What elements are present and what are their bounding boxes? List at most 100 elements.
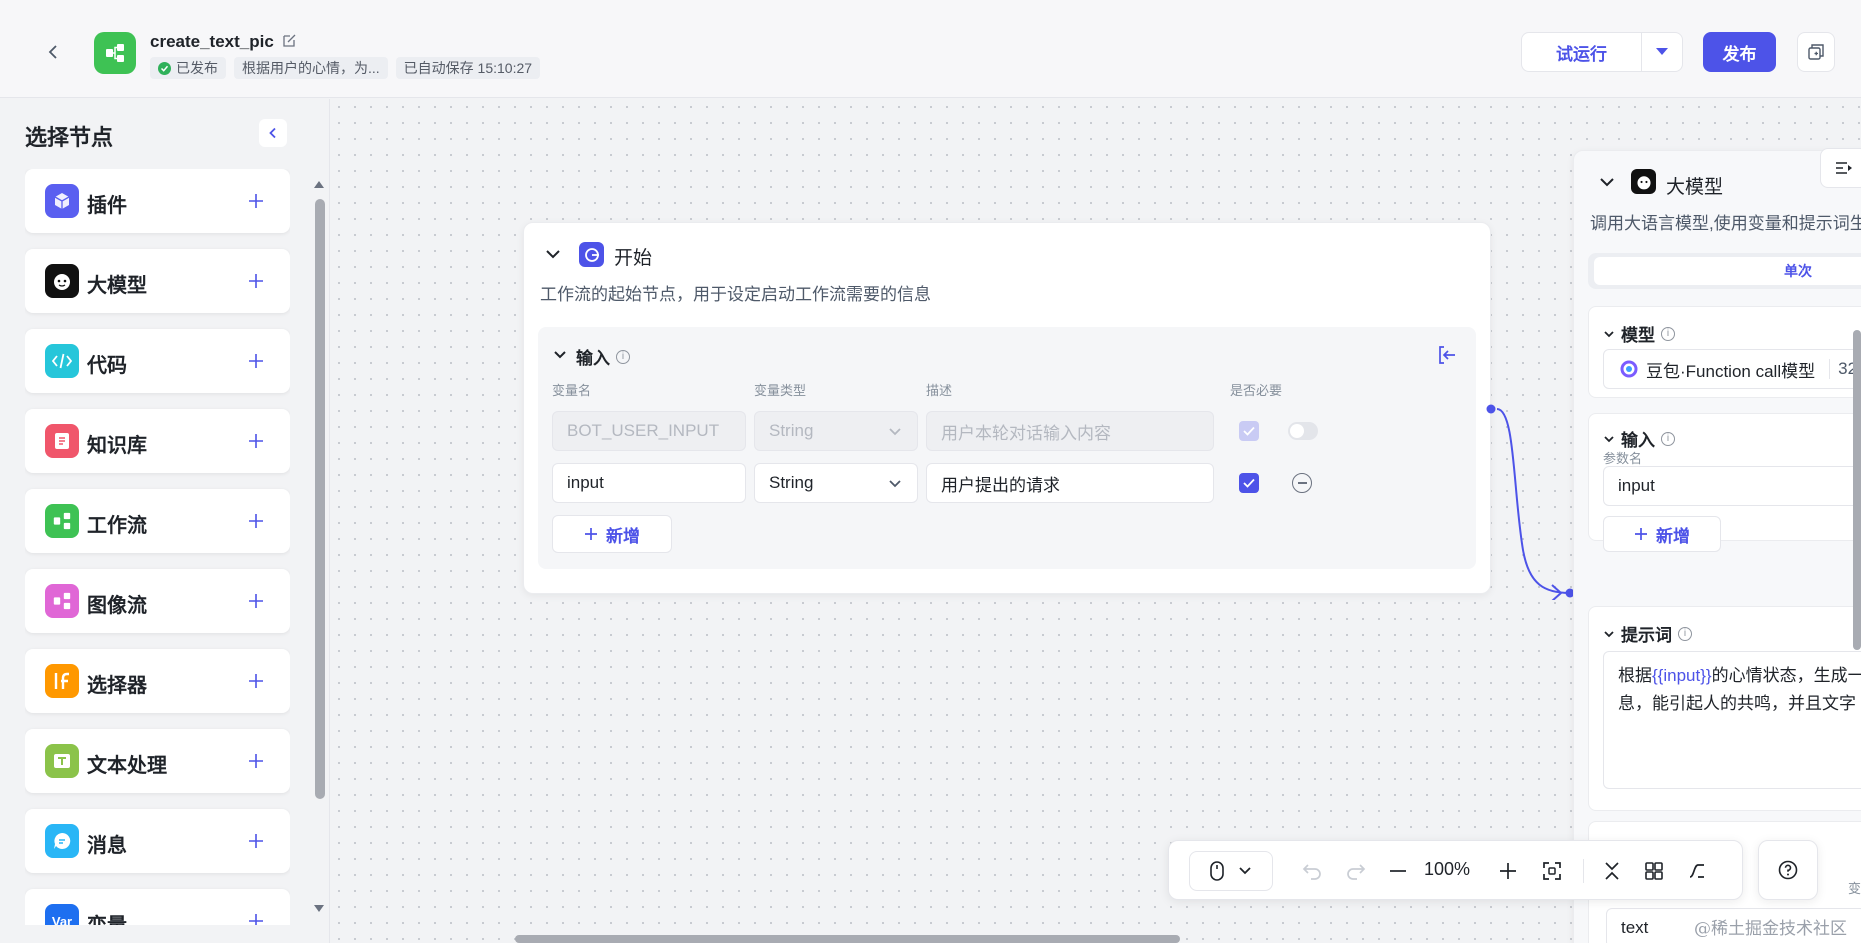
sidebar-item-text-process[interactable]: 文本处理 (25, 729, 290, 793)
collapse-nodes-button[interactable] (1597, 856, 1627, 886)
back-button[interactable] (40, 38, 68, 66)
workflow-icon (45, 504, 79, 538)
mode-switch: 单次 (1588, 253, 1861, 289)
plus-icon[interactable] (244, 829, 268, 853)
info-icon[interactable]: i (1661, 326, 1675, 341)
edit-icon[interactable] (282, 33, 300, 51)
add-param-button[interactable]: 新增 (1603, 516, 1721, 552)
chevron-down-icon (889, 480, 901, 488)
sidebar-item-plugin[interactable]: 插件 (25, 169, 290, 233)
zoom-out-button[interactable] (1383, 856, 1413, 886)
published-badge: 已发布 (150, 57, 226, 79)
publish-button[interactable]: 发布 (1703, 32, 1776, 72)
interaction-mode-select[interactable] (1189, 851, 1273, 891)
chevron-left-icon (48, 45, 57, 59)
column-header: 变量名 (552, 383, 592, 398)
zoom-in-button[interactable] (1493, 856, 1523, 886)
line-style-button[interactable] (1681, 856, 1711, 886)
plugin-icon (45, 184, 79, 218)
plus-icon[interactable] (244, 669, 268, 693)
mode-single-tab[interactable]: 单次 (1594, 257, 1861, 285)
param-name-field[interactable]: input (1603, 466, 1861, 506)
workflow-logo-icon (94, 32, 136, 74)
chevron-down-icon[interactable] (1598, 173, 1616, 191)
plus-icon[interactable] (244, 749, 268, 773)
variable-type-select[interactable]: String (754, 463, 918, 503)
variable-icon: Var (45, 904, 79, 925)
sidebar-item-label: 变量 (87, 909, 127, 925)
sidebar-item-selector[interactable]: 选择器 (25, 649, 290, 713)
llm-node[interactable]: 大模型 调用大语言模型,使用变量和提示词生成回复 单次 模型 i 豆包·Func… (1573, 150, 1861, 943)
start-icon (579, 242, 604, 267)
info-icon[interactable]: i (1678, 626, 1692, 641)
canvas-horizontal-scrollbar[interactable] (515, 935, 1180, 943)
sidebar-item-workflow[interactable]: 工作流 (25, 489, 290, 553)
sidebar-item-knowledge[interactable]: 知识库 (25, 409, 290, 473)
remove-row-button[interactable] (1292, 473, 1312, 493)
sidebar-item-variable[interactable]: Var 变量 (25, 889, 290, 925)
chevron-down-icon[interactable] (544, 245, 562, 263)
fit-view-button[interactable] (1537, 856, 1567, 886)
sidebar-item-code[interactable]: 代码 (25, 329, 290, 393)
plus-icon (1635, 528, 1647, 540)
required-checkbox[interactable] (1239, 473, 1259, 493)
sidebar-item-label: 选择器 (87, 675, 147, 697)
panel-title: 选择节点 (25, 125, 114, 150)
prompt-editor[interactable]: 根据{{input}}的心情状态，生成一 息，能引起人的共鸣，并且文字 (1603, 651, 1861, 789)
description-field[interactable]: 用户提出的请求 (926, 463, 1214, 503)
copy-button[interactable] (1797, 32, 1835, 72)
sidebar-item-imageflow[interactable]: 图像流 (25, 569, 290, 633)
prompt-section-title: 提示词 i (1603, 621, 1692, 646)
add-variable-button[interactable]: 新增 (552, 515, 672, 553)
trial-run-button[interactable]: 试运行 (1522, 33, 1642, 71)
help-button[interactable] (1758, 840, 1818, 900)
auto-layout-button[interactable] (1639, 856, 1669, 886)
chevron-down-icon[interactable] (1603, 433, 1615, 445)
output-label: 变 (1848, 881, 1861, 896)
chevron-down-icon[interactable] (552, 347, 568, 363)
variable-name-field: BOT_USER_INPUT (552, 411, 746, 451)
info-icon[interactable]: i (616, 349, 630, 364)
chevron-down-icon[interactable] (1603, 328, 1615, 340)
watermark: @稀土掘金技术社区 (1694, 919, 1847, 939)
sidebar-item-label: 工作流 (87, 515, 147, 537)
param-name-label: 参数名 (1603, 451, 1643, 466)
mouse-icon (1210, 861, 1224, 881)
plus-icon[interactable] (244, 909, 268, 925)
collapse-panel-button[interactable] (259, 119, 287, 147)
plus-icon[interactable] (244, 589, 268, 613)
zoom-level[interactable]: 100% (1424, 859, 1470, 880)
undo-button[interactable] (1297, 856, 1327, 886)
node-connection-edge[interactable] (1485, 400, 1575, 600)
input-section: 输入 i 变量名 变量类型 描述 是否必要 BOT_USER_INPUT Str… (538, 327, 1476, 569)
scroll-up-arrow[interactable] (312, 177, 326, 191)
sidebar-item-label: 插件 (87, 195, 127, 217)
right-scrollbar[interactable] (1853, 330, 1861, 650)
knowledge-icon (45, 424, 79, 458)
info-icon[interactable]: i (1661, 431, 1675, 446)
plus-icon[interactable] (244, 429, 268, 453)
scroll-down-arrow[interactable] (312, 901, 326, 915)
variable-name-field[interactable]: input (552, 463, 746, 503)
plus-icon[interactable] (244, 349, 268, 373)
sidebar-item-message[interactable]: 消息 (25, 809, 290, 873)
model-select[interactable]: 豆包·Function call模型 32 (1603, 349, 1861, 389)
plus-icon[interactable] (244, 189, 268, 213)
help-icon (1778, 860, 1798, 880)
sidebar-scrollbar[interactable] (315, 199, 325, 799)
trial-run-dropdown[interactable] (1642, 33, 1682, 71)
chevron-down-icon (889, 428, 901, 436)
prompt-variable: {{input}} (1652, 666, 1712, 685)
chevron-down-icon[interactable] (1603, 628, 1615, 640)
start-node[interactable]: 开始 工作流的起始节点，用于设定启动工作流需要的信息 输入 i 变量名 变量类型… (523, 222, 1491, 594)
plus-icon[interactable] (244, 269, 268, 293)
import-icon[interactable] (1436, 344, 1458, 366)
plus-icon[interactable] (244, 509, 268, 533)
collapse-icon (1605, 862, 1619, 880)
fit-view-icon (1543, 862, 1561, 880)
redo-button[interactable] (1341, 856, 1371, 886)
app-name: create_text_pic (150, 32, 274, 51)
sidebar-item-llm[interactable]: 大模型 (25, 249, 290, 313)
panel-toggle-button[interactable] (1820, 148, 1861, 188)
llm-node-description: 调用大语言模型,使用变量和提示词生成回复 (1590, 214, 1861, 233)
